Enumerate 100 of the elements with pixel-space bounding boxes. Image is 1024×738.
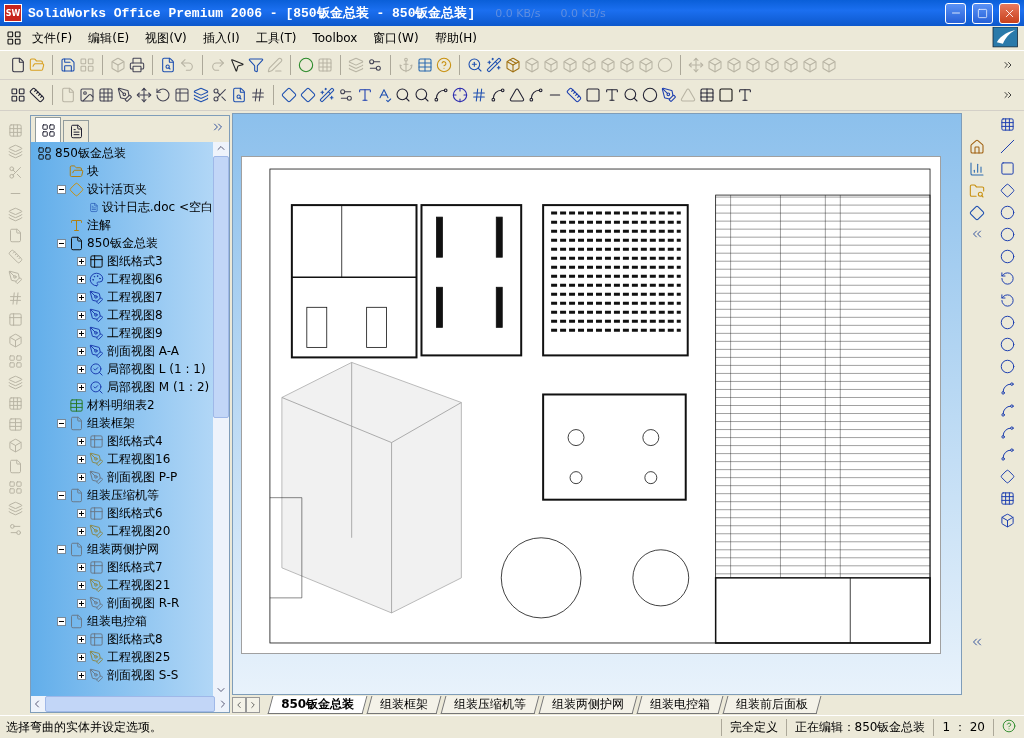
ruler-icon[interactable] xyxy=(29,87,45,103)
tree-item[interactable]: 设计活页夹 xyxy=(87,180,147,198)
expand-toggle[interactable] xyxy=(77,508,86,518)
image-icon[interactable] xyxy=(79,87,95,103)
tree-item[interactable]: 组装压缩机等 xyxy=(87,486,159,504)
collapse-toggle[interactable] xyxy=(57,418,66,428)
tree-item[interactable]: 图纸格式7 xyxy=(107,558,163,576)
previous-sheet-button[interactable] xyxy=(232,697,246,713)
diamond-icon[interactable] xyxy=(969,205,985,221)
expand-toggle[interactable] xyxy=(77,346,86,356)
menu-item[interactable]: 窗口(W) xyxy=(367,27,425,49)
tree-item[interactable]: 工程视图25 xyxy=(107,648,171,666)
sheet-tab[interactable]: 组装框架 xyxy=(366,696,442,714)
line-icon[interactable] xyxy=(999,139,1015,154)
expand-icon[interactable] xyxy=(211,120,225,134)
tree-item[interactable]: 剖面视图 R-R xyxy=(107,594,180,612)
menu-item[interactable]: 文件(F) xyxy=(26,27,79,49)
expand-toggle[interactable] xyxy=(77,274,86,284)
menu-item[interactable]: 帮助(H) xyxy=(428,27,484,49)
polygon-icon[interactable] xyxy=(999,183,1015,198)
menu-item[interactable]: 工具(T) xyxy=(249,27,303,49)
curve-icon[interactable] xyxy=(999,425,1015,440)
expand-toggle[interactable] xyxy=(77,598,86,608)
new-file-icon[interactable] xyxy=(10,57,26,73)
tree-item[interactable]: 850钣金总装 xyxy=(87,234,158,252)
tree-item[interactable]: 块 xyxy=(87,162,99,180)
spline-icon[interactable] xyxy=(999,447,1015,462)
expand-toggle[interactable] xyxy=(77,310,86,320)
spellcheck-icon[interactable] xyxy=(376,87,392,103)
expand-toggle[interactable] xyxy=(77,382,86,392)
grid-icon[interactable] xyxy=(999,117,1015,132)
print-icon[interactable] xyxy=(129,57,145,73)
expand-toggle[interactable] xyxy=(77,256,86,266)
menu-item[interactable]: Toolbox xyxy=(306,29,364,47)
table-icon[interactable] xyxy=(699,87,715,103)
spline-icon[interactable] xyxy=(999,403,1015,418)
help-icon[interactable] xyxy=(1002,718,1016,733)
arc-icon[interactable] xyxy=(999,271,1015,286)
ellipse-icon[interactable] xyxy=(999,337,1015,352)
expand-toggle[interactable] xyxy=(77,634,86,644)
search-icon[interactable] xyxy=(414,87,430,103)
print-preview-icon[interactable] xyxy=(160,57,176,73)
collapse-toggle[interactable] xyxy=(57,616,66,626)
grid-icon[interactable] xyxy=(999,491,1015,506)
tree-item[interactable]: 图纸格式4 xyxy=(107,432,163,450)
sheet-icon[interactable] xyxy=(10,87,26,103)
crosshair-icon[interactable] xyxy=(452,87,468,103)
save-icon[interactable] xyxy=(60,57,76,73)
menu-item[interactable]: 编辑(E) xyxy=(82,27,136,49)
sheet-tab[interactable]: 组装电控箱 xyxy=(636,696,724,714)
tree-item[interactable]: 剖面视图 P-P xyxy=(107,468,178,486)
expand-toggle[interactable] xyxy=(77,562,86,572)
expand-toggle[interactable] xyxy=(77,454,86,464)
ellipse-icon[interactable] xyxy=(999,359,1015,374)
menu-item[interactable]: 插入(I) xyxy=(196,27,246,49)
zoom-icon[interactable] xyxy=(467,57,483,73)
expand-toggle[interactable] xyxy=(77,436,86,446)
collapse-toggle[interactable] xyxy=(57,490,66,500)
box-icon[interactable] xyxy=(999,513,1015,528)
tree-item[interactable]: 工程视图9 xyxy=(107,324,163,342)
ellipse-icon[interactable] xyxy=(999,315,1015,330)
magnifier-icon[interactable] xyxy=(623,87,639,103)
expand-toggle[interactable] xyxy=(77,472,86,482)
pointer-icon[interactable] xyxy=(229,57,245,73)
expand-toggle[interactable] xyxy=(77,652,86,662)
feature-tree-tab[interactable] xyxy=(35,117,61,142)
tree-item[interactable]: 图纸格式6 xyxy=(107,504,163,522)
font-icon[interactable] xyxy=(737,87,753,103)
tree-item[interactable]: 组装两侧护网 xyxy=(87,540,159,558)
arc-icon[interactable] xyxy=(999,293,1015,308)
collapse-toggle[interactable] xyxy=(57,238,66,248)
spline-icon[interactable] xyxy=(999,381,1015,396)
tree-item[interactable]: 工程视图21 xyxy=(107,576,171,594)
expand-toggle[interactable] xyxy=(77,580,86,590)
menu-item[interactable]: 视图(V) xyxy=(139,27,193,49)
expand-toggle[interactable] xyxy=(77,670,86,680)
grid-icon[interactable] xyxy=(98,87,114,103)
expand-toggle[interactable] xyxy=(77,328,86,338)
collapse-toggle[interactable] xyxy=(57,544,66,554)
diamond-icon[interactable] xyxy=(281,87,297,103)
layers-icon[interactable] xyxy=(193,87,209,103)
more-icon[interactable] xyxy=(1002,59,1014,71)
sliders-icon[interactable] xyxy=(367,57,383,73)
filter-icon[interactable] xyxy=(248,57,264,73)
tree-item[interactable]: 工程视图7 xyxy=(107,288,163,306)
tree-item[interactable]: 工程视图20 xyxy=(107,522,171,540)
search-icon[interactable] xyxy=(395,87,411,103)
tree-item[interactable]: 局部视图 L (1 : 1) xyxy=(107,360,206,378)
tree-item[interactable]: 剖面视图 A-A xyxy=(107,342,180,360)
table-icon[interactable] xyxy=(174,87,190,103)
collapse-toggle[interactable] xyxy=(57,184,66,194)
sliders-icon[interactable] xyxy=(7,522,23,537)
tree-item[interactable]: 组装框架 xyxy=(87,414,135,432)
expand-toggle[interactable] xyxy=(77,292,86,302)
arrows-icon[interactable] xyxy=(136,87,152,103)
file-icon[interactable] xyxy=(231,87,247,103)
rotate-icon[interactable] xyxy=(155,87,171,103)
hash-icon[interactable] xyxy=(250,87,266,103)
properties-tab[interactable] xyxy=(63,120,89,142)
circle-icon[interactable] xyxy=(999,227,1015,242)
